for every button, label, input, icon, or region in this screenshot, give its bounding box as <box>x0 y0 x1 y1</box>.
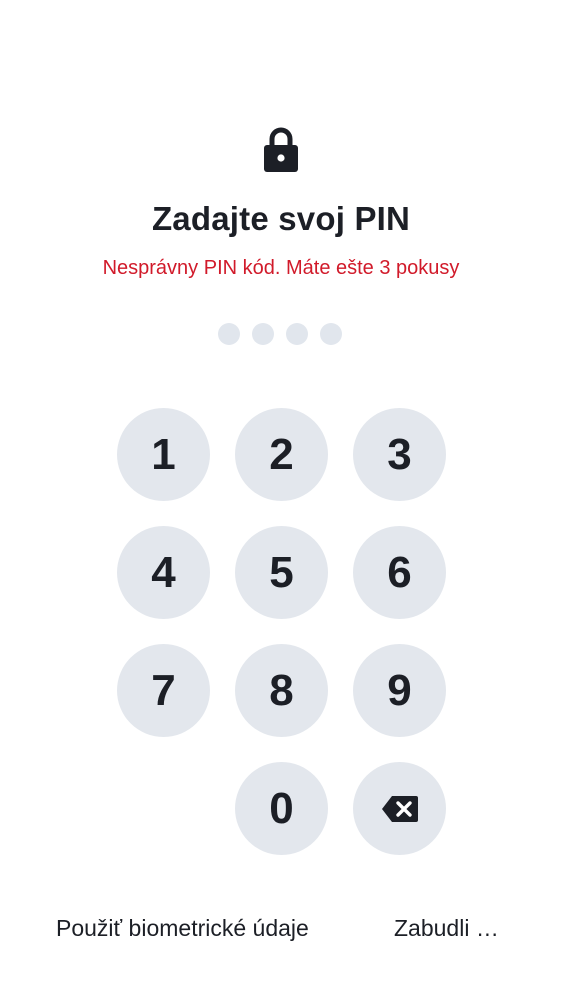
backspace-button[interactable] <box>353 762 446 855</box>
keypad-key-6[interactable]: 6 <box>353 526 446 619</box>
keypad-key-0[interactable]: 0 <box>235 762 328 855</box>
keypad-key-8[interactable]: 8 <box>235 644 328 737</box>
pin-dot <box>286 323 308 345</box>
backspace-icon <box>381 795 418 822</box>
lock-icon <box>264 127 298 172</box>
keypad-key-1[interactable]: 1 <box>117 408 210 501</box>
keypad-key-4[interactable]: 4 <box>117 526 210 619</box>
error-message: Nesprávny PIN kód. Máte ešte 3 pokusy <box>102 257 460 279</box>
pin-dot <box>218 323 240 345</box>
pin-indicator <box>218 323 342 345</box>
pin-dot <box>320 323 342 345</box>
biometric-login-button[interactable]: Použiť biometrické údaje <box>56 915 309 942</box>
forgot-pin-button[interactable]: Zabudli … <box>394 915 499 942</box>
keypad-key-3[interactable]: 3 <box>353 408 446 501</box>
keypad-key-2[interactable]: 2 <box>235 408 328 501</box>
keypad-key-5[interactable]: 5 <box>235 526 328 619</box>
page-title: Zadajte svoj PIN <box>151 200 411 237</box>
keypad-key-9[interactable]: 9 <box>353 644 446 737</box>
keypad-key-7[interactable]: 7 <box>117 644 210 737</box>
pin-dot <box>252 323 274 345</box>
